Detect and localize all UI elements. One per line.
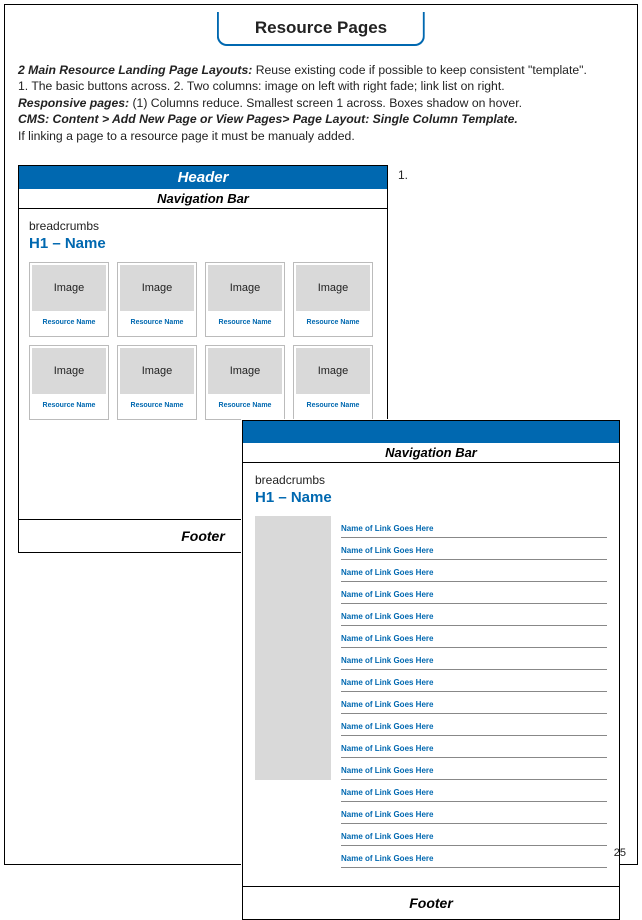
link-text: Name of Link Goes Here (341, 700, 433, 709)
intro-l1-bold: 2 Main Resource Landing Page Layouts: (18, 63, 252, 77)
link-row: Name of Link Goes Here (341, 560, 607, 582)
link-text: Name of Link Goes Here (341, 590, 433, 599)
link-text: Name of Link Goes Here (341, 744, 433, 753)
resource-card: ImageResource Name (293, 262, 373, 337)
wf1-header: Header (19, 166, 387, 189)
card-image-placeholder: Image (120, 348, 194, 394)
card-label: Resource Name (118, 396, 196, 419)
link-row: Name of Link Goes Here (341, 780, 607, 802)
resource-card: ImageResource Name (29, 262, 109, 337)
wf2-link-list: Name of Link Goes Here Name of Link Goes … (341, 516, 607, 868)
page-title: Resource Pages (255, 18, 387, 37)
link-text: Name of Link Goes Here (341, 766, 433, 775)
link-row: Name of Link Goes Here (341, 758, 607, 780)
resource-card: ImageResource Name (205, 262, 285, 337)
intro-l2: 1. The basic buttons across. 2. Two colu… (18, 78, 624, 94)
link-row: Name of Link Goes Here (341, 846, 607, 868)
link-text: Name of Link Goes Here (341, 810, 433, 819)
link-row: Name of Link Goes Here (341, 538, 607, 560)
wf2-navbar: Navigation Bar (243, 443, 619, 463)
resource-card: ImageResource Name (205, 345, 285, 420)
resource-card: ImageResource Name (117, 345, 197, 420)
card-label: Resource Name (294, 396, 372, 419)
wf1-navbar: Navigation Bar (19, 189, 387, 209)
card-image-placeholder: Image (32, 265, 106, 311)
resource-card: ImageResource Name (293, 345, 373, 420)
link-row: Name of Link Goes Here (341, 692, 607, 714)
wf2-footer: Footer (243, 886, 619, 919)
link-row: Name of Link Goes Here (341, 824, 607, 846)
intro-l5: If linking a page to a resource page it … (18, 128, 624, 144)
card-image-placeholder: Image (208, 348, 282, 394)
link-row: Name of Link Goes Here (341, 648, 607, 670)
card-label: Resource Name (206, 396, 284, 419)
link-text: Name of Link Goes Here (341, 524, 433, 533)
link-row: Name of Link Goes Here (341, 736, 607, 758)
page-number: 25 (614, 847, 626, 859)
wf2-body: breadcrumbs H1 – Name Name of Link Goes … (243, 463, 619, 886)
wf2-two-col: Name of Link Goes Here Name of Link Goes … (255, 516, 607, 868)
card-label: Resource Name (118, 313, 196, 336)
intro-l3: (1) Columns reduce. Smallest screen 1 ac… (129, 96, 522, 110)
link-row: Name of Link Goes Here (341, 604, 607, 626)
link-row: Name of Link Goes Here (341, 582, 607, 604)
card-image-placeholder: Image (32, 348, 106, 394)
title-tab: Resource Pages (217, 12, 425, 46)
link-text: Name of Link Goes Here (341, 634, 433, 643)
link-text: Name of Link Goes Here (341, 612, 433, 621)
intro-l1: Reuse existing code if possible to keep … (252, 63, 587, 77)
wf2-h1: H1 – Name (255, 489, 607, 506)
wf2-image-placeholder (255, 516, 331, 780)
card-image-placeholder: Image (296, 265, 370, 311)
link-row: Name of Link Goes Here (341, 802, 607, 824)
card-label: Resource Name (294, 313, 372, 336)
wf1-grid: ImageResource NameImageResource NameImag… (29, 262, 377, 420)
card-image-placeholder: Image (296, 348, 370, 394)
link-text: Name of Link Goes Here (341, 656, 433, 665)
link-row: Name of Link Goes Here (341, 626, 607, 648)
link-text: Name of Link Goes Here (341, 832, 433, 841)
card-image-placeholder: Image (120, 265, 194, 311)
wf2-breadcrumbs: breadcrumbs (255, 473, 607, 487)
intro-l4-bold: CMS: Content > Add New Page or View Page… (18, 111, 624, 127)
intro-l3-bold: Responsive pages: (18, 96, 129, 110)
link-text: Name of Link Goes Here (341, 788, 433, 797)
link-text: Name of Link Goes Here (341, 568, 433, 577)
wf1-h1: H1 – Name (29, 235, 377, 252)
marker-1: 1. (398, 168, 408, 182)
wf1-breadcrumbs: breadcrumbs (29, 219, 377, 233)
card-image-placeholder: Image (208, 265, 282, 311)
link-text: Name of Link Goes Here (341, 854, 433, 863)
link-row: Name of Link Goes Here (341, 670, 607, 692)
card-label: Resource Name (30, 396, 108, 419)
link-row: Name of Link Goes Here (341, 516, 607, 538)
link-row: Name of Link Goes Here (341, 714, 607, 736)
wf2-header (243, 421, 619, 443)
resource-card: ImageResource Name (29, 345, 109, 420)
resource-card: ImageResource Name (117, 262, 197, 337)
wireframe-2: Navigation Bar breadcrumbs H1 – Name Nam… (242, 420, 620, 920)
link-text: Name of Link Goes Here (341, 678, 433, 687)
card-label: Resource Name (206, 313, 284, 336)
link-text: Name of Link Goes Here (341, 722, 433, 731)
card-label: Resource Name (30, 313, 108, 336)
intro-text: 2 Main Resource Landing Page Layouts: Re… (18, 62, 624, 144)
link-text: Name of Link Goes Here (341, 546, 433, 555)
